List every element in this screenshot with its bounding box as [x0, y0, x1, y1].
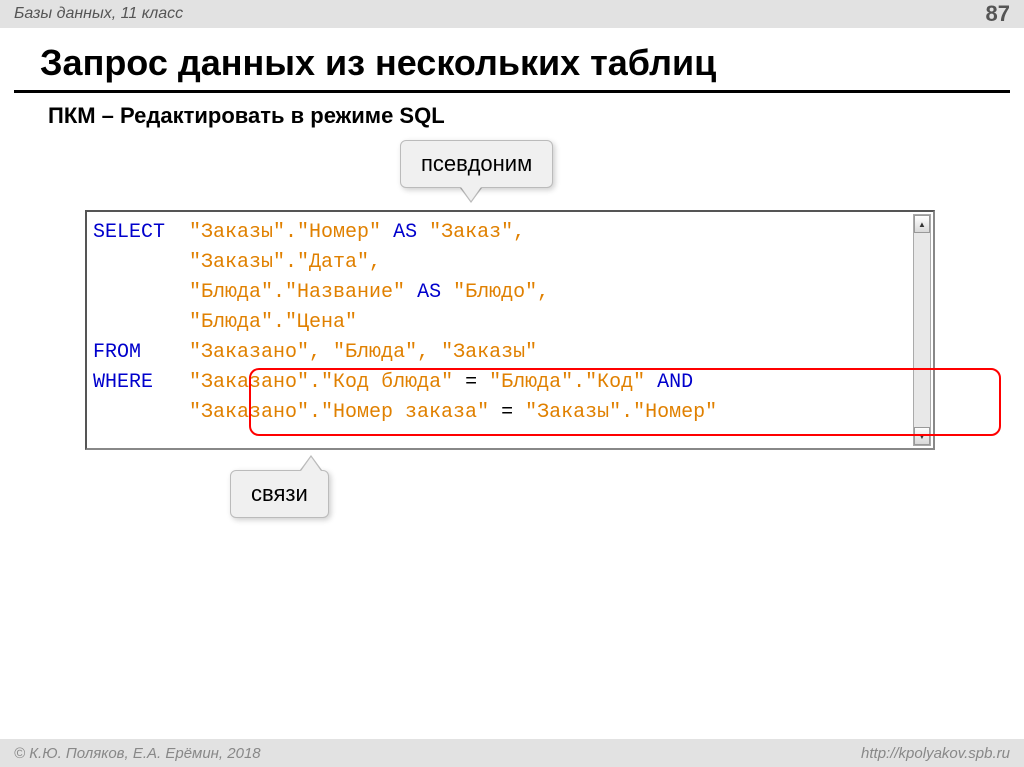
scrollbar[interactable]: ▲ ▼: [913, 214, 931, 446]
scroll-down-button[interactable]: ▼: [914, 427, 930, 445]
sql-kw-and: AND: [657, 371, 693, 394]
header-bar: Базы данных, 11 класс 87: [0, 0, 1024, 28]
sql-eq: =: [453, 371, 489, 394]
footer-copyright: © К.Ю. Поляков, Е.А. Ерёмин, 2018: [14, 745, 261, 762]
sql-str: "Заказы"."Номер": [189, 221, 381, 244]
sql-str: "Блюдо": [453, 281, 537, 304]
callout-joins: связи: [230, 470, 329, 518]
course-label: Базы данных, 11 класс: [14, 5, 183, 23]
sql-str: "Заказано"."Номер заказа": [189, 401, 489, 424]
sql-kw-as: AS: [393, 221, 417, 244]
page-title: Запрос данных из нескольких таблиц: [0, 28, 1024, 90]
sql-str: ,: [537, 281, 549, 304]
footer-url: http://kpolyakov.spb.ru: [861, 745, 1010, 762]
sql-kw-from: FROM: [93, 341, 141, 364]
sql-editor: SELECT "Заказы"."Номер" AS "Заказ", "Зак…: [85, 210, 935, 450]
sql-kw-as: AS: [417, 281, 441, 304]
footer-bar: © К.Ю. Поляков, Е.А. Ерёмин, 2018 http:/…: [0, 739, 1024, 767]
page-number: 87: [986, 1, 1010, 27]
sql-str: ,: [513, 221, 525, 244]
sql-str: "Блюда"."Название": [189, 281, 405, 304]
scroll-up-button[interactable]: ▲: [914, 215, 930, 233]
callout-alias-text: псевдоним: [421, 151, 532, 176]
sql-eq: =: [489, 401, 525, 424]
sql-str: "Заказы"."Дата",: [189, 251, 381, 274]
sql-str: "Заказ": [429, 221, 513, 244]
sql-content: SELECT "Заказы"."Номер" AS "Заказ", "Зак…: [93, 218, 909, 428]
sql-str: "Заказы"."Номер": [525, 401, 717, 424]
subtitle: ПКМ – Редактировать в режиме SQL: [0, 93, 1024, 129]
callout-joins-text: связи: [251, 481, 308, 506]
callout-alias: псевдоним: [400, 140, 553, 188]
sql-str: "Заказано", "Блюда", "Заказы": [189, 341, 537, 364]
sql-kw-where: WHERE: [93, 371, 153, 394]
sql-str: "Заказано"."Код блюда": [189, 371, 453, 394]
sql-str: "Блюда"."Цена": [189, 311, 357, 334]
sql-str: "Блюда"."Код": [489, 371, 645, 394]
sql-kw-select: SELECT: [93, 221, 165, 244]
